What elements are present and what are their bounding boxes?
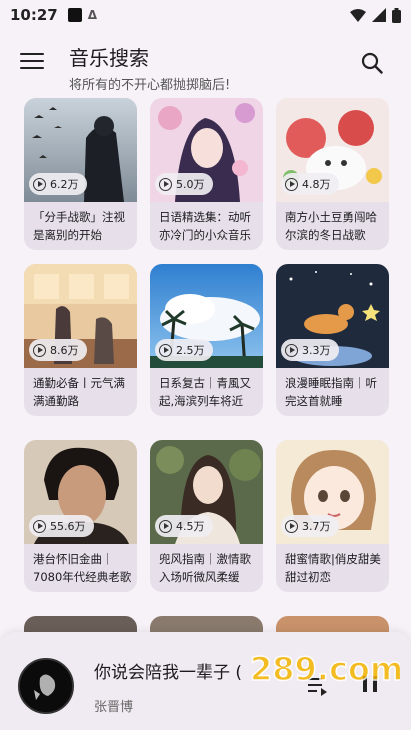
play-count-badge: 3.7万 [281,515,339,537]
play-icon [285,343,298,357]
playlist-card[interactable]: 55.6万 港台怀旧金曲｜7080年代经典老歌 [24,440,137,592]
play-count-badge: 5.0万 [155,173,213,195]
playlist-card[interactable]: 3.3万 浪漫睡眠指南｜听完这首就睡 [276,264,389,416]
play-count-badge: 8.6万 [29,339,87,361]
play-count-badge: 3.3万 [281,339,339,361]
playlist-card[interactable]: 4.5万 兜风指南｜激情歌入场听微风柔缓 [150,440,263,592]
play-icon [33,343,46,357]
play-count: 3.7万 [302,520,331,533]
play-icon [285,177,298,191]
battery-icon [392,7,401,23]
play-count: 4.8万 [302,178,331,191]
playlist-title: 「分手战歌」注视是离别的开始 [33,210,125,242]
play-count: 3.3万 [302,344,331,357]
playlist-title: 兜风指南｜激情歌入场听微风柔缓 [159,552,251,584]
playlist-title: 通勤必备丨元气满满通勤路 [33,376,125,408]
playlist-queue-icon[interactable] [305,674,329,702]
pause-button[interactable] [358,672,382,700]
playlist-title: 浪漫睡眠指南｜听完这首就睡 [285,376,377,408]
play-icon [159,519,172,533]
playlist-title: 日语精选集：动听亦冷门的小众音乐 [159,210,251,242]
menu-icon[interactable] [20,53,44,71]
search-icon[interactable] [361,52,383,78]
play-icon [159,177,172,191]
playlist-card[interactable]: 5.0万 日语精选集：动听亦冷门的小众音乐 [150,98,263,250]
play-count-badge: 4.8万 [281,173,339,195]
play-count: 5.0万 [176,178,205,191]
playlist-title: 港台怀旧金曲｜7080年代经典老歌 [33,552,132,584]
signal-icon [372,8,386,22]
playlist-title: 南方小土豆勇闯哈尔滨的冬日战歌 [285,210,377,242]
app-bar: 音乐搜索 将所有的不开心都抛掷脑后! [0,30,411,98]
play-icon [33,519,46,533]
mini-player[interactable]: 你说会陪我一辈子 ( 张晋博 [0,632,411,730]
playlist-card[interactable]: 6.2万 「分手战歌」注视是离别的开始 [24,98,137,250]
play-count: 8.6万 [50,344,79,357]
play-count: 2.5万 [176,344,205,357]
play-icon [285,519,298,533]
play-count: 4.5万 [176,520,205,533]
playlist-card[interactable]: 3.7万 甜蜜情歌|俏皮甜美甜过初恋 [276,440,389,592]
play-count-badge: 2.5万 [155,339,213,361]
play-count: 6.2万 [50,178,79,191]
wifi-icon [350,8,366,22]
a-notification-icon: ᐃ [87,8,98,22]
play-count-badge: 4.5万 [155,515,213,537]
page-subtitle: 将所有的不开心都抛掷脑后! [69,78,231,93]
playlist-card[interactable]: 4.8万 南方小土豆勇闯哈尔滨的冬日战歌 [276,98,389,250]
song-artist: 张晋博 [94,700,134,715]
play-icon [33,177,46,191]
notification-square-icon [67,8,82,22]
playlist-title: 甜蜜情歌|俏皮甜美甜过初恋 [285,552,381,584]
play-icon [159,343,172,357]
status-bar: 10:27 ᐃ [0,0,411,30]
status-time: 10:27 [10,6,58,24]
album-art[interactable] [18,658,74,714]
playlist-card[interactable]: 8.6万 通勤必备丨元气满满通勤路 [24,264,137,416]
page-title: 音乐搜索 [69,46,149,70]
play-count: 55.6万 [50,520,86,533]
play-count-badge: 55.6万 [29,515,94,537]
playlist-title: 日系复古｜青風又起,海滨列车将近 [159,376,251,408]
song-title: 你说会陪我一辈子 ( [94,663,243,683]
play-count-badge: 6.2万 [29,173,87,195]
playlist-card[interactable]: 2.5万 日系复古｜青風又起,海滨列车将近 [150,264,263,416]
